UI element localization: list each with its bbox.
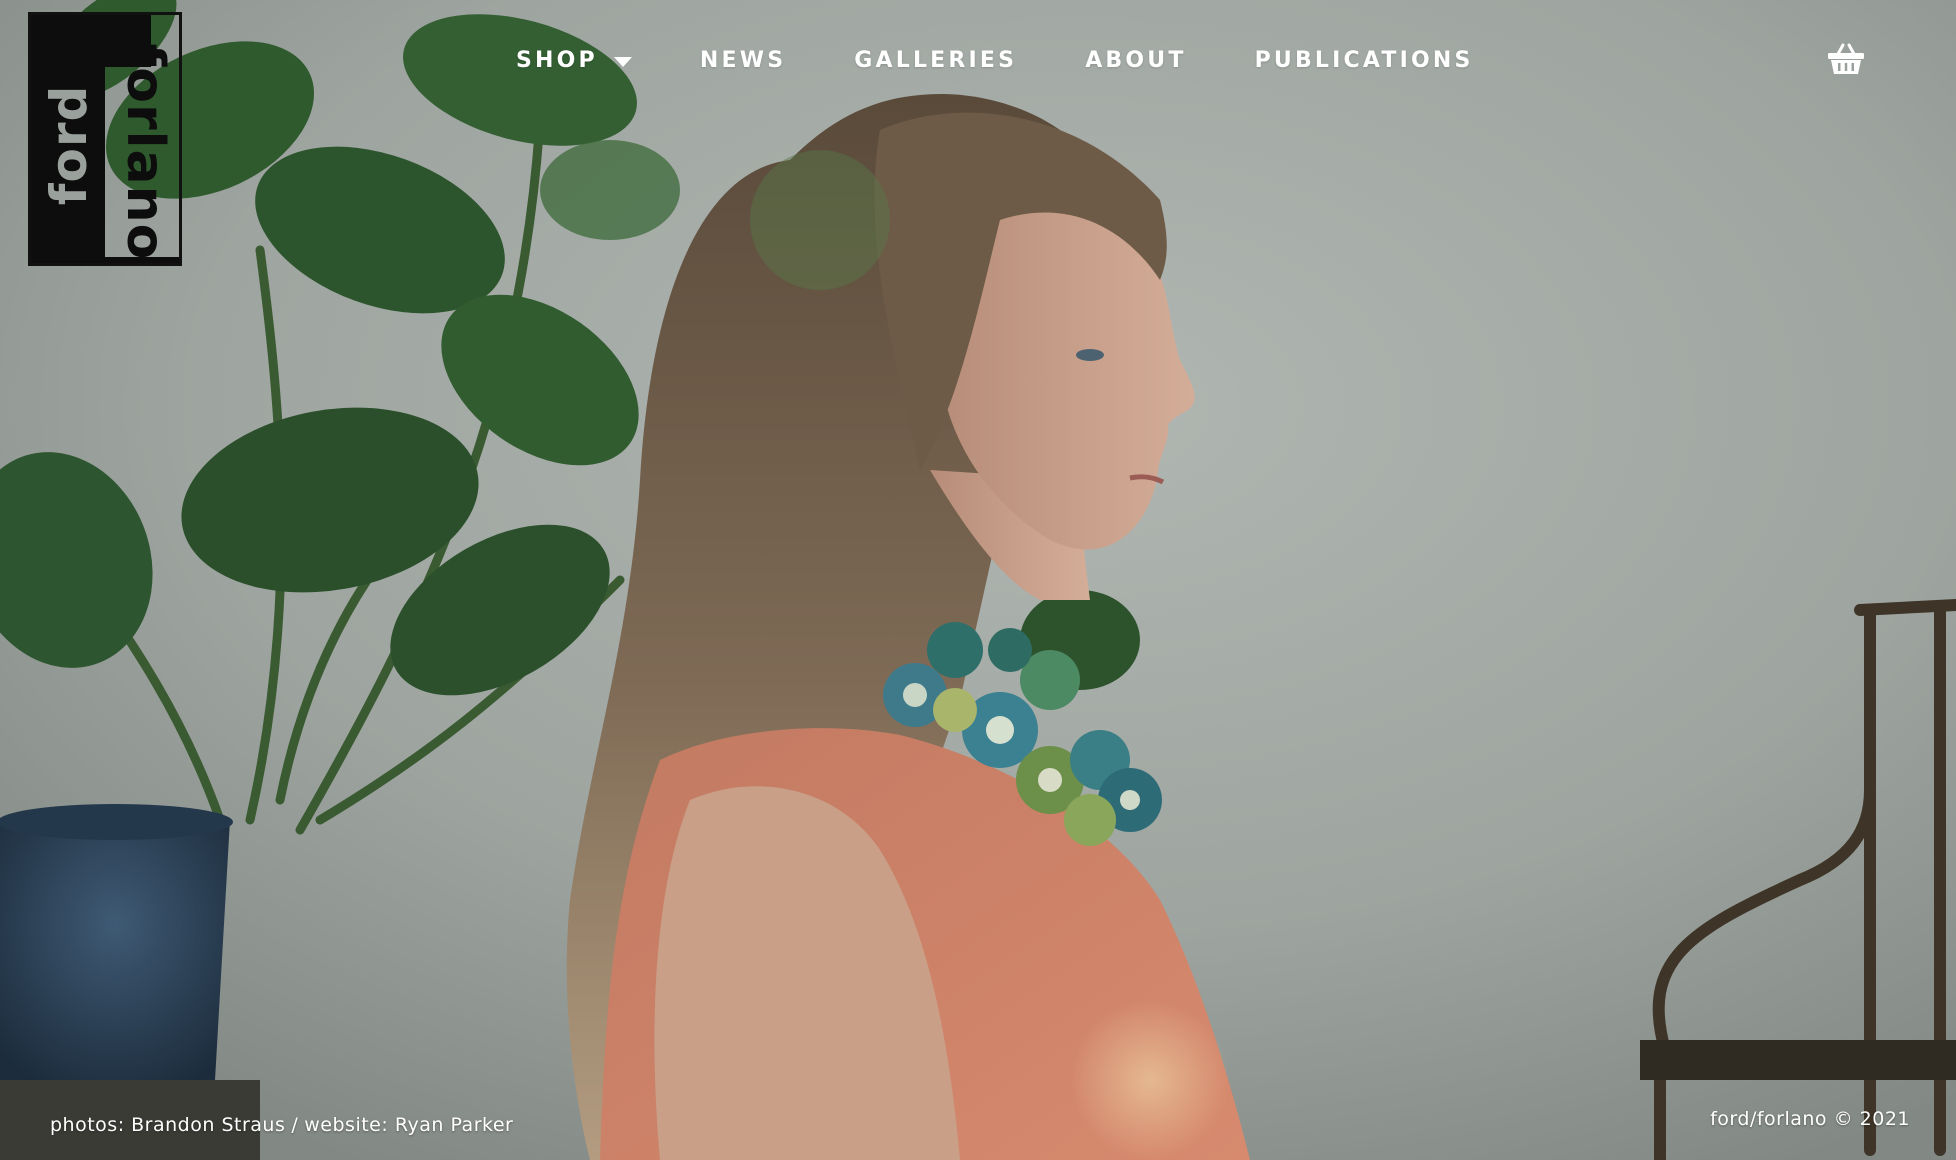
logo-text-forlano: forlano xyxy=(115,43,175,261)
basket-icon xyxy=(1828,43,1864,74)
nav-item-about[interactable]: ABOUT xyxy=(1085,48,1186,73)
site-logo[interactable]: ford forlano xyxy=(28,12,182,266)
copyright-text: ford/forlano © 2021 xyxy=(1710,1108,1910,1130)
caret-down-icon[interactable] xyxy=(613,56,632,67)
nav-item-label: NEWS xyxy=(699,48,787,73)
nav-item-news[interactable]: NEWS xyxy=(700,48,786,73)
nav-item-label: SHOP xyxy=(516,48,598,73)
photo-credits: photos: Brandon Straus / website: Ryan Par… xyxy=(50,1114,513,1136)
nav-item-label: PUBLICATIONS xyxy=(1254,48,1474,73)
credit-separator: / xyxy=(291,1114,299,1136)
photo-credit-text: photos: Brandon Straus xyxy=(50,1114,286,1136)
page: ford forlano SHOP NEWS GALLERIES ABOUT P… xyxy=(0,0,1956,1160)
nav-item-galleries[interactable]: GALLERIES xyxy=(854,48,1017,73)
nav-item-label: ABOUT xyxy=(1085,48,1187,73)
lens-flare xyxy=(1070,1000,1230,1160)
chair-seat xyxy=(1640,1040,1956,1080)
main-nav: SHOP NEWS GALLERIES ABOUT PUBLICATIONS xyxy=(516,48,1474,73)
site-credit-text: website: Ryan Parker xyxy=(304,1114,514,1136)
lens-flare xyxy=(750,150,890,290)
hero-photo xyxy=(0,0,1956,1160)
nav-item-shop[interactable]: SHOP xyxy=(516,48,632,73)
nav-item-label: GALLERIES xyxy=(854,48,1018,73)
hero-illustration xyxy=(0,0,1956,1160)
nav-item-publications[interactable]: PUBLICATIONS xyxy=(1255,48,1474,73)
cart-button[interactable] xyxy=(1826,42,1866,76)
logo-text-ford: ford xyxy=(40,84,98,206)
eye xyxy=(1076,349,1104,361)
